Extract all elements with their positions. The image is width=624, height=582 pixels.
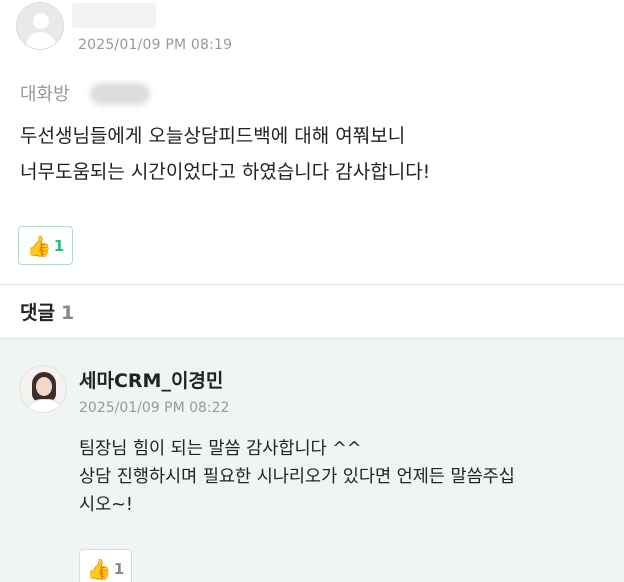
post-body-line: 두선생님들에게 오늘상담피드백에 대해 여쭤보니 — [20, 125, 406, 147]
post-body-line: 너무도움되는 시간이었다고 하였습니다 감사합니다! — [20, 161, 431, 183]
post-like-count: 1 — [53, 236, 65, 255]
comment-body-line: 상담 진행하시며 필요한 시나리오가 있다면 언제든 말씀주십 — [79, 467, 515, 487]
commenter-avatar[interactable] — [19, 365, 67, 413]
comment-like-count: 1 — [113, 560, 125, 578]
comment-body: 팀장님 힘이 되는 말씀 감사합니다 ^^ 상담 진행하시며 필요한 시나리오가… — [79, 435, 614, 519]
post-body: 두선생님들에게 오늘상담피드백에 대해 여쭤보니 너무도움되는 시간이었다고 하… — [20, 118, 610, 190]
section-divider — [0, 284, 624, 285]
post-like-button[interactable]: 👍 1 — [18, 226, 73, 265]
post-header: 2025/01/09 PM 08:19 — [16, 2, 616, 54]
post-detail-page: 2025/01/09 PM 08:19 대화방 두선생님들에게 오늘상담피드백에… — [0, 0, 624, 582]
avatar-head-shape — [33, 13, 49, 29]
post-date: 2025/01/09 PM 08:19 — [78, 37, 233, 53]
comments-header: 댓글 1 — [20, 298, 74, 325]
chatroom-label: 대화방 — [20, 84, 70, 105]
avatar-shoulders-shape — [26, 399, 64, 412]
chatroom-line: 대화방 — [20, 80, 150, 106]
comments-count: 1 — [60, 302, 75, 324]
comment-body-line: 시오~! — [79, 495, 133, 515]
comment-author[interactable]: 세마CRM_이경민 — [79, 366, 223, 393]
avatar-body-shape — [26, 32, 56, 49]
author-name-redacted — [72, 3, 156, 28]
comment-date: 2025/01/09 PM 08:22 — [79, 400, 230, 416]
chatroom-name-redacted — [90, 83, 150, 105]
thumbs-up-icon: 👍 — [26, 233, 52, 258]
comment-body-line: 팀장님 힘이 되는 말씀 감사합니다 ^^ — [79, 439, 362, 459]
comments-title: 댓글 — [20, 302, 55, 324]
author-avatar[interactable] — [16, 2, 64, 50]
comment-item: 세마CRM_이경민 2025/01/09 PM 08:22 팀장님 힘이 되는 … — [0, 338, 624, 582]
thumbs-up-icon: 👍 — [86, 557, 112, 581]
comment-like-button[interactable]: 👍 1 — [79, 549, 132, 582]
avatar-face-shape — [36, 377, 52, 396]
